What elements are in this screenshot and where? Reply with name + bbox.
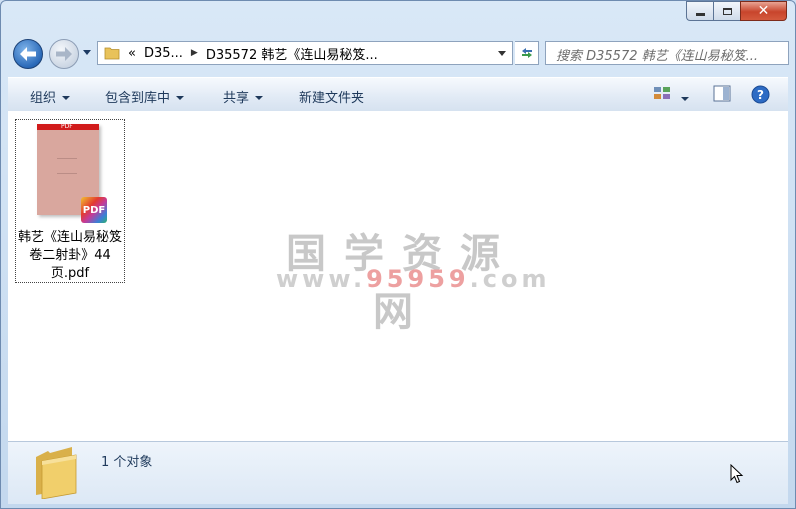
close-button[interactable]: ✕ (740, 1, 787, 21)
view-options-button[interactable] (653, 85, 671, 105)
minimize-icon (695, 12, 705, 16)
new-folder-label: 新建文件夹 (299, 91, 365, 106)
mouse-cursor-icon (730, 464, 744, 484)
back-arrow-icon (20, 47, 36, 61)
folder-icon (36, 447, 77, 499)
view-grid-icon (654, 87, 670, 99)
caption-buttons: ✕ (686, 1, 787, 21)
breadcrumb-current[interactable]: D35572 韩艺《连山易秘笈... (206, 44, 378, 63)
pdf-thumbnail-header: PDF (37, 123, 99, 130)
navigation-bar: « D35... ▶ D35572 韩艺《连山易秘笈... 搜索 D35572 … (9, 37, 789, 69)
watermark-url-prefix: www. (276, 265, 367, 293)
breadcrumb-parent[interactable]: D35... (144, 46, 183, 61)
explorer-window: ✕ « D35... ▶ D35572 韩艺《连山易秘笈... 搜索 D3557… (0, 0, 796, 509)
chevron-down-icon (255, 96, 264, 100)
pdf-icon: PDF (81, 197, 107, 223)
details-pane: 1 个对象 (8, 441, 788, 504)
pdf-thumbnail-label: PDF (61, 123, 73, 130)
chevron-down-icon (176, 96, 185, 100)
close-icon: ✕ (757, 3, 770, 19)
pdf-thumbnail-text-lines (57, 158, 77, 174)
view-dropdown[interactable] (681, 92, 689, 107)
file-item-pdf[interactable]: PDF PDF 韩艺《连山易秘笈卷二射卦》44页.pdf (15, 119, 125, 283)
minimize-button[interactable] (686, 1, 713, 21)
preview-pane-button[interactable] (713, 85, 731, 106)
watermark-url-suffix: .com (469, 265, 551, 293)
share-label: 共享 (223, 91, 250, 106)
maximize-button[interactable] (713, 1, 740, 21)
address-dropdown-icon[interactable] (498, 51, 506, 56)
include-library-label: 包含到库中 (105, 91, 171, 106)
maximize-icon (722, 7, 732, 15)
forward-arrow-icon (56, 47, 72, 61)
watermark-url: www.95959.com (276, 265, 546, 293)
folder-icon (104, 47, 120, 60)
new-folder-button[interactable]: 新建文件夹 (299, 87, 364, 106)
chevron-down-icon (681, 97, 689, 101)
breadcrumb-overflow[interactable]: « (128, 46, 136, 61)
back-button[interactable] (13, 39, 43, 69)
watermark-url-number: 95959 (366, 265, 470, 293)
refresh-icon (521, 48, 532, 58)
help-button[interactable]: ? (751, 85, 770, 108)
organize-label: 组织 (30, 91, 57, 106)
organize-menu[interactable]: 组织 (30, 87, 71, 106)
help-icon: ? (751, 85, 770, 104)
address-bar[interactable]: « D35... ▶ D35572 韩艺《连山易秘笈... (97, 41, 513, 65)
forward-button[interactable] (49, 39, 79, 69)
include-library-menu[interactable]: 包含到库中 (105, 87, 185, 106)
file-name: 韩艺《连山易秘笈卷二射卦》44页.pdf (18, 230, 123, 281)
svg-text:?: ? (757, 88, 764, 102)
file-list-area[interactable]: PDF PDF 韩艺《连山易秘笈卷二射卦》44页.pdf 国学资源网 www.9… (8, 111, 788, 441)
share-menu[interactable]: 共享 (223, 87, 264, 106)
breadcrumb-chevron-icon[interactable]: ▶ (191, 48, 198, 58)
search-input[interactable]: 搜索 D35572 韩艺《连山易秘笈... (545, 41, 789, 65)
item-count: 1 个对象 (101, 455, 153, 470)
command-bar: 组织 包含到库中 共享 新建文件夹 ? (8, 77, 788, 112)
chevron-down-icon (62, 96, 71, 100)
refresh-button[interactable] (515, 41, 539, 65)
recent-pages-dropdown[interactable] (83, 50, 91, 55)
preview-pane-icon (713, 85, 731, 102)
